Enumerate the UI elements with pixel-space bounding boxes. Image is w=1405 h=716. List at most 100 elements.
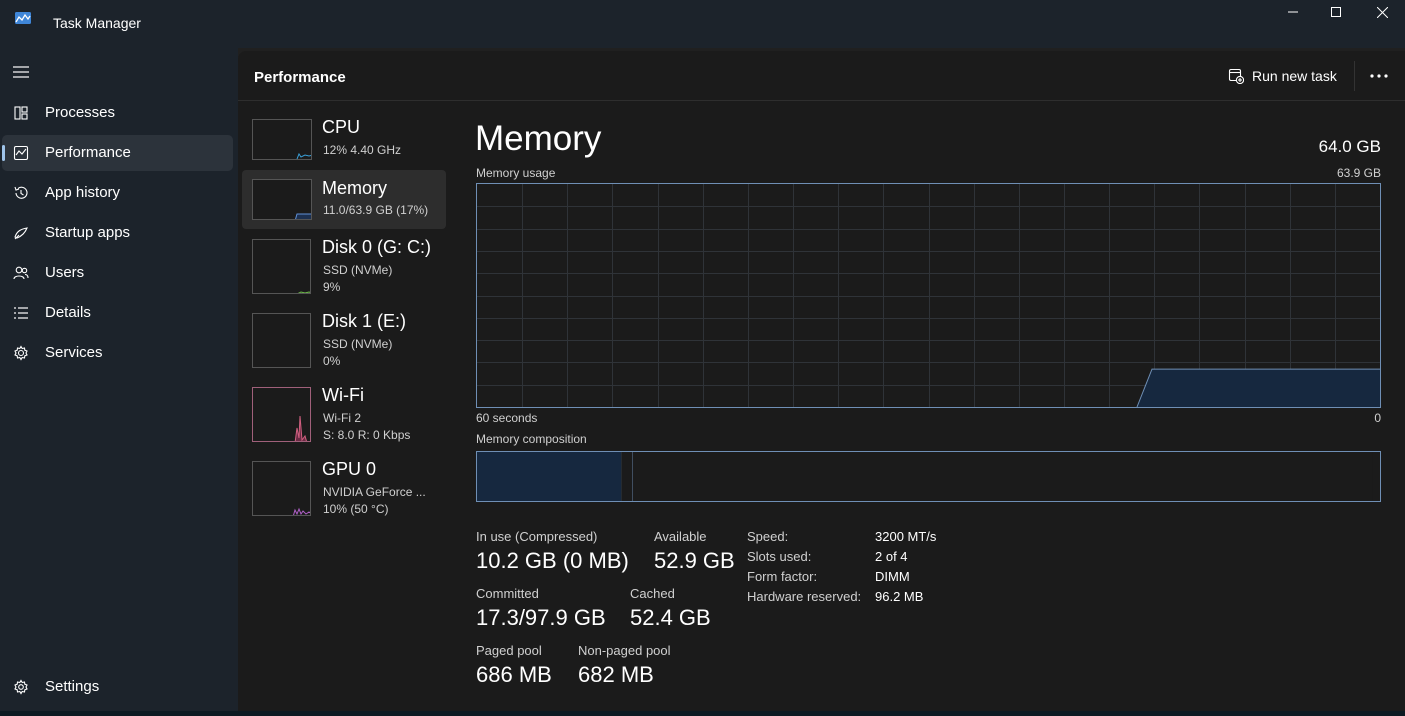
device-detail: 9% (323, 280, 341, 294)
task-manager-app-icon (15, 12, 31, 24)
speed-label: Speed: (747, 529, 789, 544)
nav-item-details[interactable]: Details (2, 295, 233, 331)
device-gpu-0[interactable]: GPU 0 NVIDIA GeForce ... 10% (50 °C) (242, 455, 446, 521)
device-thumbnail-graph (252, 239, 311, 294)
processes-icon (14, 106, 28, 120)
device-name: GPU 0 (322, 459, 377, 479)
device-thumbnail-graph (252, 179, 312, 220)
committed-value: 17.3/97.9 GB (476, 605, 606, 630)
total-memory: 64.0 GB (1318, 137, 1381, 156)
selection-indicator (2, 145, 5, 161)
in-use-value: 10.2 GB (0 MB) (476, 548, 629, 573)
device-name: Memory (322, 178, 388, 198)
main-panel: Performance Run new task CPU 12% 4.40 GH… (238, 51, 1405, 711)
slots-used-value: 2 of 4 (875, 549, 908, 564)
header-separator (1354, 61, 1355, 91)
details-icon (14, 307, 28, 319)
run-new-task-button[interactable]: Run new task (1228, 63, 1337, 89)
more-options-button[interactable] (1366, 63, 1392, 89)
close-button[interactable] (1359, 0, 1405, 24)
device-detail: 10% (50 °C) (323, 502, 389, 516)
navigation-pane: Processes Performance App history Startu… (0, 48, 238, 716)
minimize-button[interactable] (1270, 0, 1316, 24)
nav-item-startup-apps[interactable]: Startup apps (2, 215, 233, 251)
nav-label: Processes (45, 104, 116, 121)
page-header: Performance Run new task (238, 51, 1405, 101)
composition-modified (621, 452, 633, 501)
settings-gear-icon (14, 679, 28, 695)
nav-item-performance[interactable]: Performance (2, 135, 233, 171)
services-icon (14, 345, 28, 361)
composition-in-use (477, 452, 622, 501)
paged-pool-value: 686 MB (476, 662, 552, 687)
device-name: Disk 0 (G: C:) (322, 237, 432, 257)
device-detail: 0% (323, 354, 341, 368)
memory-usage-max: 63.9 GB (1336, 166, 1381, 180)
memory-usage-graph (476, 183, 1381, 408)
time-axis-end: 0 (1374, 411, 1381, 425)
device-memory[interactable]: Memory 11.0/63.9 GB (17%) (242, 170, 446, 229)
close-icon (1376, 6, 1388, 18)
detail-title: Memory (475, 119, 602, 158)
non-paged-pool-value: 682 MB (578, 662, 654, 687)
memory-composition-bar (476, 451, 1381, 502)
memory-usage-chart (477, 184, 1380, 407)
device-disk-1[interactable]: Disk 1 (E:) SSD (NVMe) 0% (242, 307, 446, 373)
device-name: Disk 1 (E:) (322, 311, 407, 331)
window-title: Task Manager (53, 15, 141, 31)
device-thumbnail-graph (252, 119, 312, 160)
title-bar: Task Manager (0, 0, 1405, 48)
history-icon (14, 186, 28, 199)
device-detail: S: 8.0 R: 0 Kbps (323, 428, 411, 442)
device-detail: 11.0/63.9 GB (17%) (323, 203, 429, 217)
memory-usage-label: Memory usage (476, 166, 556, 180)
nav-label: Users (45, 264, 85, 281)
nav-label: Startup apps (45, 224, 131, 241)
in-use-label: In use (Compressed) (476, 529, 598, 544)
device-cpu[interactable]: CPU 12% 4.40 GHz (242, 113, 446, 167)
device-disk-0[interactable]: Disk 0 (G: C:) SSD (NVMe) 9% (242, 233, 446, 299)
form-factor-value: DIMM (875, 569, 910, 584)
nav-label: Settings (45, 678, 100, 695)
nav-item-app-history[interactable]: App history (2, 175, 233, 211)
maximize-icon (1331, 7, 1341, 17)
committed-label: Committed (476, 586, 539, 601)
nav-label: Details (45, 304, 91, 321)
non-paged-pool-label: Non-paged pool (578, 643, 671, 658)
nav-label: Performance (45, 144, 131, 161)
nav-item-services[interactable]: Services (2, 335, 233, 371)
page-title: Performance (254, 69, 346, 86)
performance-icon (13, 145, 29, 161)
device-detail: SSD (NVMe) (323, 337, 393, 351)
device-detail: Wi-Fi 2 (323, 411, 361, 425)
composition-free (1372, 452, 1380, 501)
hardware-reserved-label: Hardware reserved: (747, 589, 862, 604)
form-factor-label: Form factor: (747, 569, 818, 584)
memory-composition-label: Memory composition (476, 432, 587, 446)
run-new-task-icon (1228, 68, 1244, 84)
slots-used-label: Slots used: (747, 549, 812, 564)
device-thumbnail-graph (252, 313, 311, 368)
users-icon (13, 266, 29, 280)
available-label: Available (654, 529, 707, 544)
cached-value: 52.4 GB (630, 605, 711, 630)
nav-item-processes[interactable]: Processes (2, 95, 233, 131)
startup-icon (14, 227, 28, 240)
hardware-reserved-value: 96.2 MB (875, 589, 924, 604)
hamburger-menu-icon[interactable] (13, 65, 29, 79)
device-name: CPU (322, 117, 361, 137)
maximize-button[interactable] (1313, 0, 1359, 24)
time-axis-start: 60 seconds (476, 411, 538, 425)
device-wifi[interactable]: Wi-Fi Wi-Fi 2 S: 8.0 R: 0 Kbps (242, 381, 446, 447)
desktop-strip (0, 711, 1405, 716)
device-thumbnail-graph (252, 461, 311, 516)
composition-standby (632, 452, 1373, 501)
speed-value: 3200 MT/s (875, 529, 937, 544)
paged-pool-label: Paged pool (476, 643, 542, 658)
cached-label: Cached (630, 586, 675, 601)
device-detail: NVIDIA GeForce ... (323, 485, 426, 499)
nav-item-settings[interactable]: Settings (2, 669, 233, 705)
device-name: Wi-Fi (322, 385, 364, 405)
nav-item-users[interactable]: Users (2, 255, 233, 291)
available-value: 52.9 GB (654, 548, 735, 573)
